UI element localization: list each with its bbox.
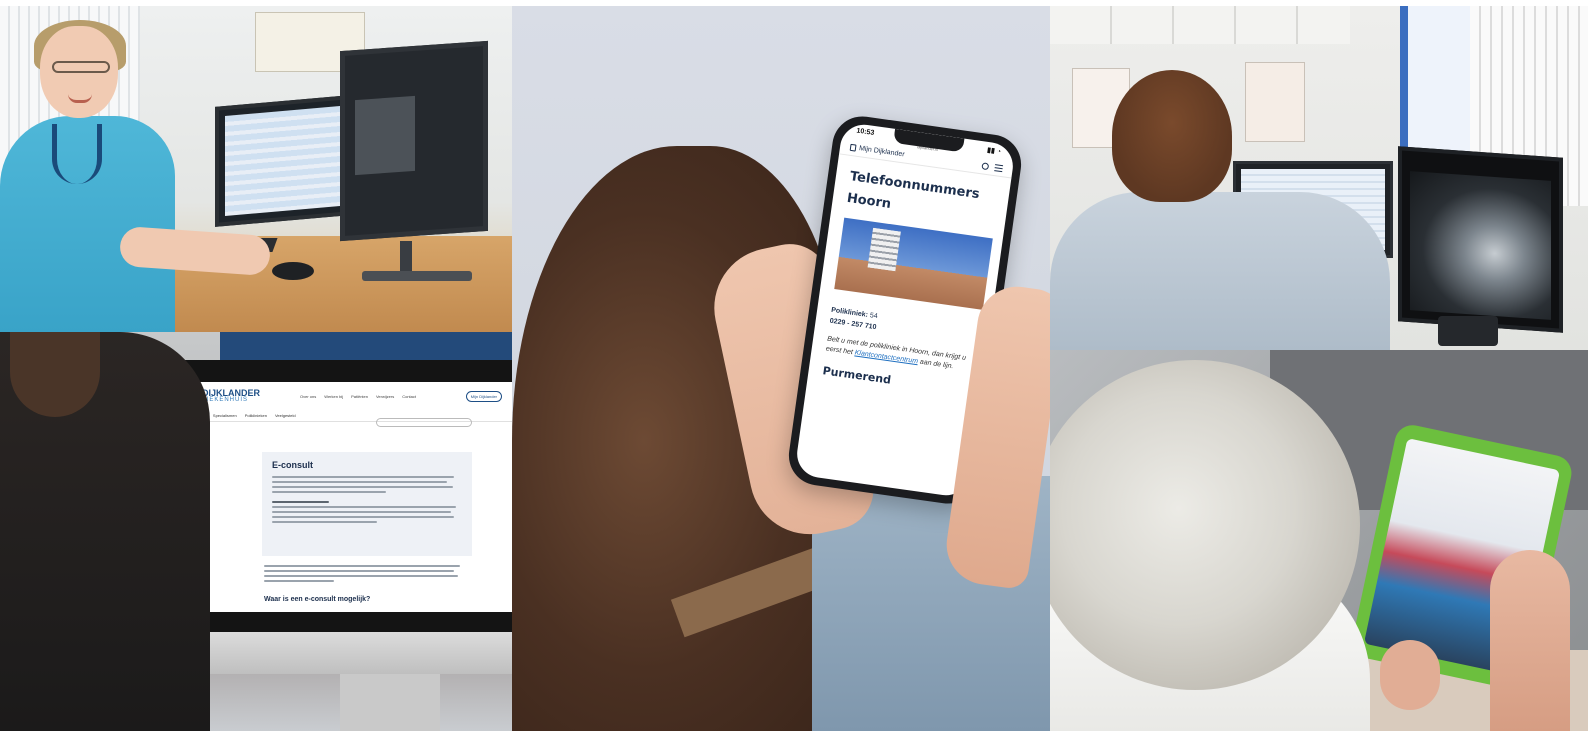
menu-icon (994, 164, 1004, 173)
status-time: 10:53 (855, 127, 875, 137)
monitor-base (362, 271, 472, 281)
photo-doctor-xray (1050, 6, 1588, 350)
text-line (272, 521, 377, 523)
text-line (264, 575, 458, 577)
text-line (272, 506, 457, 508)
monitor-xray (1398, 146, 1563, 333)
nav-item: Contact (402, 393, 417, 399)
subnav-item: Veelgesteld (274, 413, 296, 418)
text-line (264, 565, 460, 567)
glasses (52, 61, 110, 73)
site-search-field (376, 418, 472, 427)
app-bar-label: Mijn Dijklander (858, 145, 905, 159)
text-line (272, 476, 455, 478)
site-header: DIJKLANDER ZIEKENHUIS Over ons Werken bi… (172, 382, 512, 410)
text-line (272, 501, 329, 503)
signal-icon: ▮▮ ◔ (986, 146, 1002, 156)
photo-elderly-tablet (1050, 350, 1588, 731)
text-line (272, 516, 455, 518)
text-line (272, 486, 453, 488)
lanyard (52, 124, 102, 184)
econsult-card: E-consult (262, 452, 472, 556)
nav-item: Werken bij (324, 393, 344, 399)
hand (1380, 640, 1440, 710)
monitor-left-screen (225, 105, 340, 217)
card-title: E-consult (272, 460, 314, 470)
lock-icon (849, 143, 857, 152)
photo-phone-in-hand: 10:53 ▮▮ ◔ dijklander.nl Mijn Dijklander… (512, 6, 1050, 731)
text-line (264, 570, 454, 572)
ceiling (1050, 6, 1350, 44)
section-heading: Waar is een e-consult mogelijk? (264, 596, 371, 603)
app-bar-icons (981, 162, 1004, 173)
monitor-left (215, 95, 350, 227)
text-line (272, 511, 451, 513)
photo-imac-website: DIJKLANDER ZIEKENHUIS Over ons Werken bi… (0, 332, 512, 731)
text-line (272, 491, 386, 493)
doctor-shirt (1050, 192, 1390, 350)
blue-strip (220, 332, 512, 362)
hand-holding-tablet (1490, 550, 1570, 731)
subnav-item: Specialismen (212, 413, 237, 418)
mouse (272, 262, 314, 280)
logo-title: DIJKLANDER (202, 388, 261, 398)
photo-nurse-at-desk (0, 6, 512, 332)
login-button: Mijn Dijklander (465, 390, 502, 402)
text-line (264, 580, 334, 582)
xray-image (1410, 171, 1551, 320)
doctor-head (1112, 70, 1232, 202)
info-value: 54 (869, 312, 879, 321)
desk-phone (1438, 316, 1498, 346)
website-screen: DIJKLANDER ZIEKENHUIS Over ons Werken bi… (172, 382, 512, 612)
text-line (272, 481, 447, 483)
site-nav: Over ons Werken bij Patiënten Verwijzers… (300, 394, 416, 399)
body-paragraph (264, 562, 464, 585)
nav-item: Verwijzers (375, 393, 395, 399)
site-logo: DIJKLANDER ZIEKENHUIS (202, 388, 261, 404)
anatomy-poster (1245, 62, 1305, 142)
video-call-tile (355, 95, 415, 176)
imac-stand (340, 674, 440, 731)
nav-item: Over ons (300, 393, 317, 399)
nav-item: Patiënten (351, 393, 368, 399)
search-icon (981, 162, 990, 171)
monitor-video-call (340, 40, 488, 242)
subnav-item: Poliklinieken (244, 413, 267, 418)
